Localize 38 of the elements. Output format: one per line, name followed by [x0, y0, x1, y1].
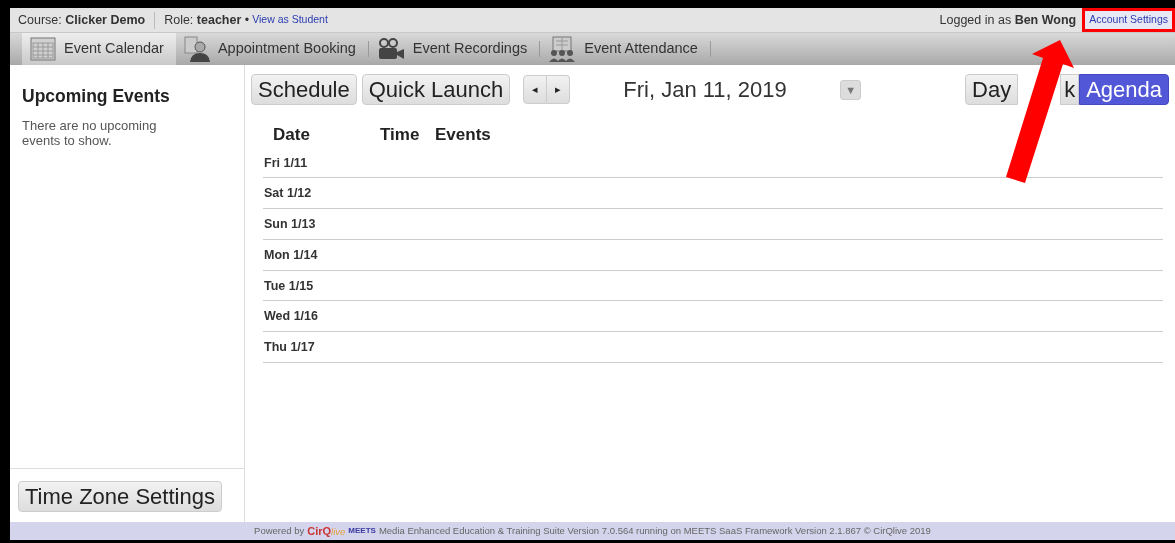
- role-label: Role: teacher •: [164, 11, 250, 29]
- video-camera-icon: [376, 38, 405, 60]
- course-label: Course: Clicker Demo: [18, 11, 146, 29]
- time-zone-settings-button[interactable]: Time Zone Settings: [18, 481, 222, 512]
- view-as-student-link[interactable]: View as Student: [252, 12, 328, 28]
- view-button[interactable]: k: [1060, 74, 1080, 105]
- date-cell: Tue 1/15: [264, 278, 314, 293]
- date-label: Fri, Jan 11, 2019: [623, 76, 788, 104]
- product-logo: MEETS: [348, 525, 376, 537]
- view-button[interactable]: Agenda: [1079, 74, 1169, 105]
- tab[interactable]: Event Calendar: [22, 33, 176, 65]
- next-button[interactable]: ▸: [547, 75, 571, 104]
- logged-in-label: Logged in as Ben Wong: [939, 11, 1077, 29]
- column-header: Date: [272, 124, 311, 146]
- people-icon: [548, 36, 577, 62]
- date-cell: Sat 1/12: [264, 186, 312, 201]
- tab[interactable]: Event Attendance: [540, 33, 710, 65]
- sidebar-title: Upcoming Events: [21, 85, 171, 108]
- date-cell: Thu 1/17: [264, 340, 315, 354]
- footer-text: Media Enhanced Education & Training Suite Version 7.0.564 running on MEETS SaaS Framework Version 2.1.867 © CirQlive 2019: [378, 523, 931, 538]
- column-header: Time: [380, 124, 421, 146]
- date-cell: Mon 1/14: [264, 247, 318, 262]
- view-button[interactable]: Day: [965, 74, 1019, 105]
- tab[interactable]: Appointment Booking: [175, 33, 368, 65]
- empty-message: There are no upcoming events to show.: [21, 117, 158, 150]
- powered-by-label: Powered by: [254, 523, 305, 538]
- account-settings-link[interactable]: Account Settings: [1082, 8, 1175, 32]
- date-cell: Wed 1/16: [264, 309, 318, 324]
- toolbar-button[interactable]: Schedule: [251, 74, 357, 105]
- date-cell: Sun 1/13: [264, 217, 316, 231]
- person-icon: [183, 36, 210, 62]
- logo: CirQlive: [307, 523, 346, 539]
- date-cell: Fri 1/11: [264, 155, 308, 170]
- calendar-icon: [30, 37, 56, 61]
- tab[interactable]: Event Recordings: [368, 33, 540, 65]
- column-header: Events: [435, 124, 491, 146]
- toolbar-button[interactable]: Quick Launch: [361, 74, 511, 105]
- previous-button[interactable]: ◂: [523, 75, 548, 104]
